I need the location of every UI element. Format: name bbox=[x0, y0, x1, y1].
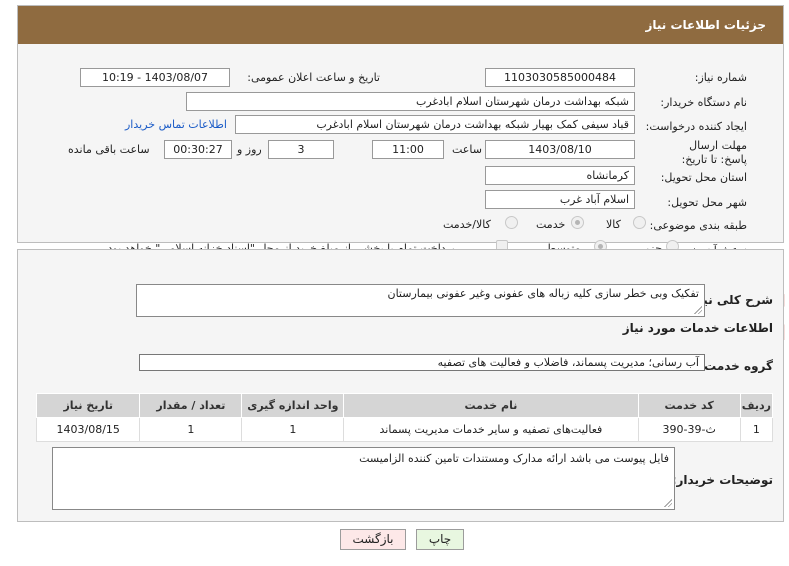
requester-field[interactable]: قباد سیفی کمک بهیار شبکه بهداشت درمان شه… bbox=[235, 115, 635, 134]
cell-need-date: 1403/08/15 bbox=[35, 417, 141, 442]
deadline-time-field[interactable]: 11:00 bbox=[372, 140, 444, 159]
time-remaining-field[interactable]: 00:30:27 bbox=[164, 140, 232, 159]
city-field[interactable]: اسلام آباد غرب bbox=[485, 190, 635, 209]
province-label: استان محل تحویل: bbox=[660, 171, 747, 184]
services-table-header: ردیف کد خدمت نام خدمت واحد اندازه گیری ت… bbox=[35, 393, 774, 418]
buyer-org-label: نام دستگاه خریدار: bbox=[660, 96, 747, 109]
buyer-org-field[interactable]: شبکه بهداشت درمان شهرستان اسلام ابادغرب bbox=[186, 92, 635, 111]
cell-unit: 1 bbox=[241, 417, 345, 442]
buyer-notes-label: توضیحات خریدار: bbox=[671, 473, 773, 487]
buyer-contact-link[interactable]: اطلاعات تماس خریدار bbox=[125, 118, 227, 131]
services-panel: شرح کلی نیاز: تفکیک وبی خطر سازی کلیه زب… bbox=[17, 249, 784, 522]
category-label: طبقه بندی موضوعی: bbox=[649, 219, 747, 232]
col-quantity: تعداد / مقدار bbox=[139, 393, 243, 418]
buyer-notes-text: فایل پیوست می باشد ارائه مدارک ومستندات … bbox=[359, 452, 669, 465]
back-button[interactable]: بازگشت bbox=[340, 529, 406, 550]
table-row: 1 ث-39-390 فعالیت‌های تصفیه و سایر خدمات… bbox=[35, 417, 774, 442]
buyer-notes-field[interactable]: فایل پیوست می باشد ارائه مدارک ومستندات … bbox=[52, 447, 675, 510]
summary-field[interactable]: تفکیک وبی خطر سازی کلیه زباله های عفونی … bbox=[136, 284, 705, 317]
resize-grip-icon[interactable] bbox=[693, 305, 702, 314]
requester-label: ایجاد کننده درخواست: bbox=[645, 120, 747, 133]
category-goods-radio[interactable] bbox=[633, 216, 646, 229]
deadline-date-field[interactable]: 1403/08/10 bbox=[485, 140, 635, 159]
resize-grip-icon[interactable] bbox=[663, 498, 672, 507]
service-group-field[interactable]: آب رسانی؛ مدیریت پسماند، فاضلاب و فعالیت… bbox=[139, 354, 705, 371]
need-number-field[interactable]: 1103030585000484 bbox=[485, 68, 635, 87]
summary-text: تفکیک وبی خطر سازی کلیه زباله های عفونی … bbox=[387, 287, 700, 300]
col-service-name: نام خدمت bbox=[343, 393, 639, 418]
deadline-label: مهلت ارسال پاسخ: تا تاریخ: bbox=[681, 139, 747, 166]
category-service-radio[interactable] bbox=[571, 216, 584, 229]
category-goods-service-radio[interactable] bbox=[505, 216, 518, 229]
col-row-number: ردیف bbox=[739, 393, 774, 418]
category-service-label: خدمت bbox=[536, 218, 566, 231]
cell-row-number: 1 bbox=[739, 417, 774, 442]
category-goods-service-label: کالا/خدمت bbox=[443, 218, 491, 231]
cell-service-code: ث-39-390 bbox=[637, 417, 741, 442]
cell-quantity: 1 bbox=[139, 417, 243, 442]
announce-datetime-field[interactable]: 1403/08/07 - 10:19 bbox=[80, 68, 230, 87]
cell-service-name: فعالیت‌های تصفیه و سایر خدمات مدیریت پسم… bbox=[343, 417, 639, 442]
col-service-code: کد خدمت bbox=[637, 393, 741, 418]
announce-datetime-label: تاریخ و ساعت اعلان عمومی: bbox=[247, 71, 380, 84]
city-label: شهر محل تحویل: bbox=[667, 196, 747, 209]
print-button[interactable]: چاپ bbox=[416, 529, 464, 550]
service-group-label: گروه خدمت: bbox=[699, 359, 773, 373]
deadline-time-label: ساعت bbox=[452, 143, 482, 156]
col-need-date: تاریخ نیاز bbox=[35, 393, 141, 418]
services-heading: اطلاعات خدمات مورد نیاز bbox=[622, 321, 773, 335]
days-remaining-field[interactable]: 3 bbox=[268, 140, 334, 159]
services-table: ردیف کد خدمت نام خدمت واحد اندازه گیری ت… bbox=[35, 393, 774, 442]
days-label: روز و bbox=[237, 143, 262, 156]
category-goods-label: کالا bbox=[606, 218, 621, 231]
province-field[interactable]: کرمانشاه bbox=[485, 166, 635, 185]
time-remaining-label: ساعت باقی مانده bbox=[68, 143, 150, 156]
col-unit: واحد اندازه گیری bbox=[241, 393, 345, 418]
panel-title: جزئیات اطلاعات نیاز bbox=[18, 6, 783, 44]
need-number-label: شماره نیاز: bbox=[694, 71, 747, 84]
